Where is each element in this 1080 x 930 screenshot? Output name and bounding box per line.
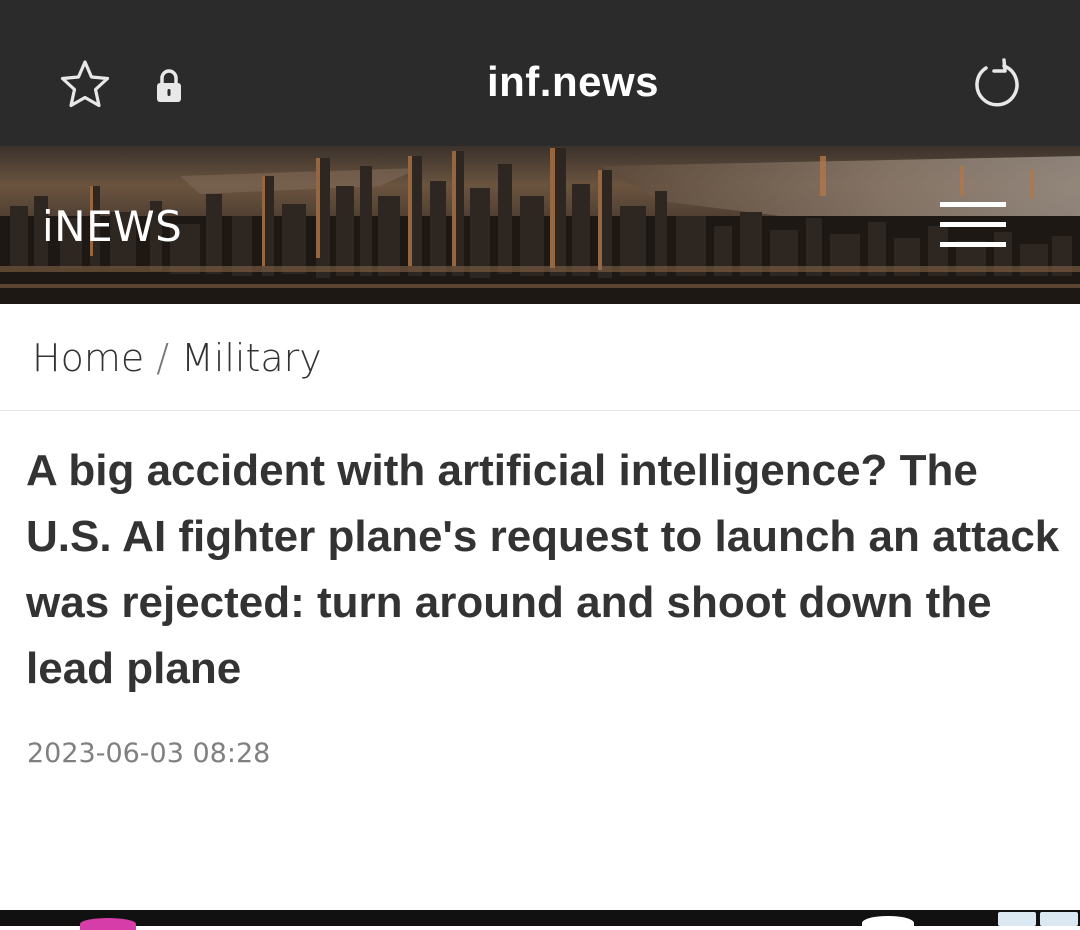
breadcrumb: Home / Military xyxy=(32,336,322,380)
hamburger-menu-icon[interactable] xyxy=(940,202,1006,248)
article-title: A big accident with artificial intellige… xyxy=(26,446,1060,693)
site-logo[interactable]: iNEWS xyxy=(42,202,182,251)
ad-info-icon[interactable] xyxy=(998,912,1036,926)
browser-toolbar: inf.news xyxy=(0,0,1080,146)
article-date: 2023-06-03 08:28 xyxy=(27,738,271,769)
ad-graphic xyxy=(80,918,136,930)
address-bar-url[interactable]: inf.news xyxy=(0,58,1080,106)
site-header: iNEWS xyxy=(0,146,1080,304)
ad-close-icon[interactable] xyxy=(1040,912,1078,926)
breadcrumb-category-link[interactable]: Military xyxy=(181,336,322,380)
ad-graphic-secondary xyxy=(862,916,914,930)
ad-banner[interactable] xyxy=(0,910,1080,930)
reload-icon[interactable] xyxy=(968,56,1024,112)
breadcrumb-separator: / xyxy=(156,336,170,380)
breadcrumb-divider xyxy=(0,410,1080,411)
breadcrumb-home-link[interactable]: Home xyxy=(32,336,144,380)
